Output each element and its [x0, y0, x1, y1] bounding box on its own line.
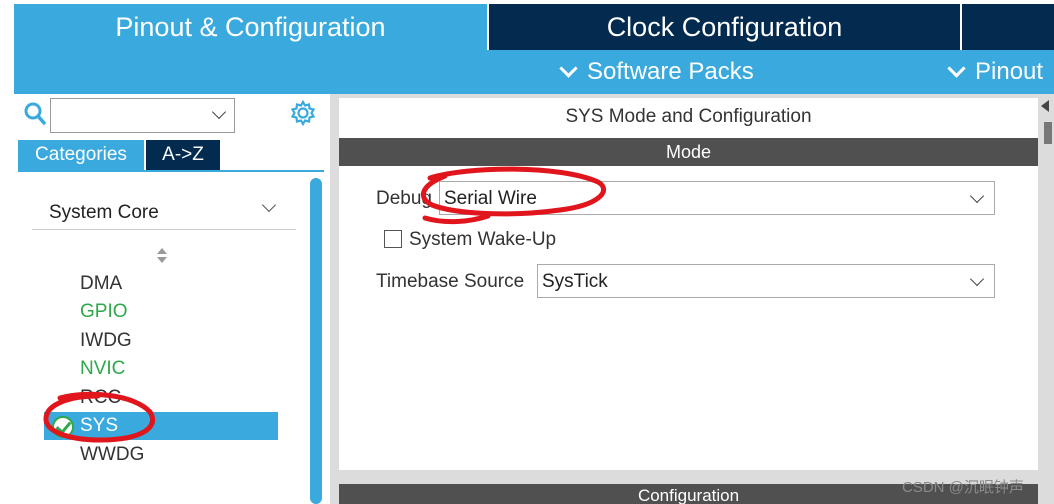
component-sidebar: Categories A->Z System Core DMA GPIO IWD… — [14, 94, 324, 504]
collapse-arrow-icon[interactable] — [1041, 100, 1049, 112]
watermark: CSDN @沉眠钟声 — [902, 479, 1024, 496]
search-input[interactable] — [50, 98, 235, 133]
chevron-down-icon — [947, 58, 966, 78]
list-item-label: SYS — [80, 415, 119, 436]
tab-clock-configuration[interactable]: Clock Configuration — [489, 4, 960, 50]
chevron-down-icon — [261, 197, 277, 213]
configuration-header-label: Configuration — [637, 486, 740, 504]
list-item-label: WWDG — [80, 444, 145, 465]
pinout-menu[interactable]: Pinout — [946, 50, 1043, 94]
list-item-wwdg[interactable]: WWDG — [44, 441, 278, 469]
debug-select-value: Serial Wire — [444, 188, 537, 209]
chevron-down-icon — [969, 188, 985, 204]
mode-section-header: Mode — [339, 138, 1038, 166]
splitter-handle[interactable] — [1044, 122, 1052, 144]
panel-splitter[interactable] — [1038, 98, 1054, 478]
timebase-select-value: SysTick — [542, 271, 608, 292]
list-item-label: IWDG — [80, 330, 132, 351]
list-item-gpio[interactable]: GPIO — [44, 298, 278, 326]
software-packs-menu[interactable]: Software Packs — [558, 50, 754, 94]
category-label: System Core — [49, 202, 159, 223]
list-item-label: NVIC — [80, 358, 126, 379]
sort-mode-tabs: Categories A->Z — [18, 140, 324, 172]
software-packs-label: Software Packs — [587, 58, 754, 85]
search-icon[interactable] — [24, 102, 46, 128]
sys-mode-panel: SYS Mode and Configuration Mode Debug Se… — [339, 98, 1038, 470]
tab-categories[interactable]: Categories — [18, 140, 144, 170]
tab-pinout-configuration[interactable]: Pinout & Configuration — [14, 4, 487, 50]
system-wakeup-checkbox[interactable] — [384, 230, 402, 248]
panel-title: SYS Mode and Configuration — [565, 106, 812, 127]
check-circle-icon — [52, 416, 74, 438]
category-system-core[interactable]: System Core — [32, 194, 296, 230]
list-item-dma[interactable]: DMA — [44, 270, 278, 298]
top-tab-bar: Pinout & Configuration Clock Configurati… — [0, 0, 1054, 50]
list-item-label: GPIO — [80, 301, 128, 322]
sub-navigation-bar: Software Packs Pinout — [14, 50, 1054, 94]
list-item-sys[interactable]: SYS — [44, 412, 278, 440]
chevron-down-icon — [969, 271, 985, 287]
debug-label: Debug — [376, 188, 432, 209]
chevron-down-icon — [559, 58, 578, 78]
list-item-nvic[interactable]: NVIC — [44, 355, 278, 383]
list-item-label: DMA — [80, 273, 123, 294]
list-item-label: RCC — [80, 387, 122, 408]
tab-more[interactable] — [962, 4, 1054, 50]
tab-a-to-z[interactable]: A->Z — [146, 140, 220, 170]
chevron-down-icon[interactable] — [211, 104, 227, 120]
pinout-menu-label: Pinout — [975, 58, 1044, 85]
debug-select[interactable]: Serial Wire — [439, 181, 995, 215]
list-item-iwdg[interactable]: IWDG — [44, 327, 278, 355]
list-item-rcc[interactable]: RCC — [44, 384, 278, 412]
timebase-source-label: Timebase Source — [376, 271, 525, 292]
sidebar-scrollbar[interactable] — [310, 178, 322, 504]
sort-icon[interactable] — [156, 248, 168, 264]
timebase-source-select[interactable]: SysTick — [537, 264, 995, 298]
system-wakeup-label: System Wake-Up — [409, 229, 557, 250]
gear-icon[interactable] — [290, 100, 316, 126]
